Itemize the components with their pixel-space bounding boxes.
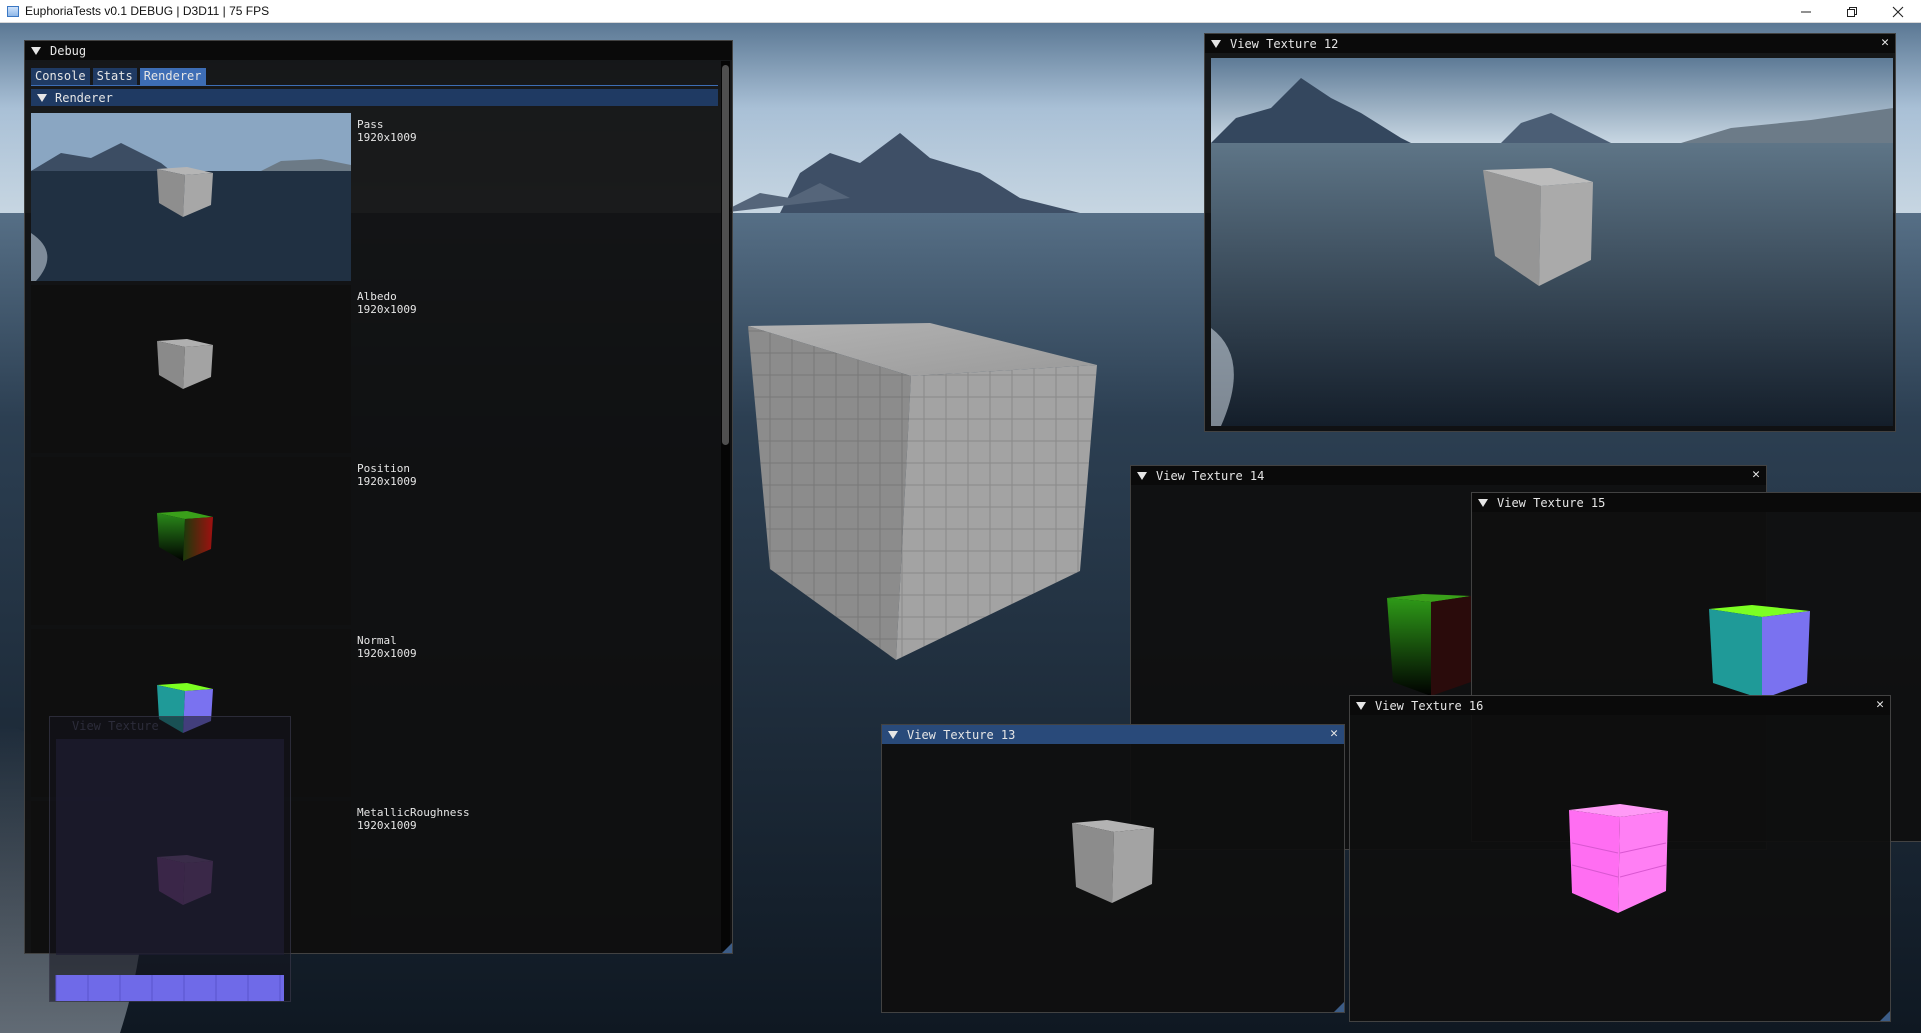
collapse-arrow-icon[interactable]	[1356, 701, 1366, 710]
view-texture-16-titlebar[interactable]: View Texture 16 ✕	[1350, 696, 1890, 715]
texture-label-normal: Normal 1920x1009	[357, 634, 417, 660]
texture-size: 1920x1009	[357, 475, 417, 488]
texture-size: 1920x1009	[357, 131, 417, 144]
texture-label-pass: Pass 1920x1009	[357, 118, 417, 144]
view-texture-15-title: View Texture 15	[1497, 495, 1606, 510]
texture-item-albedo: Albedo 1920x1009	[31, 285, 417, 453]
texture-label-metallic-roughness: MetallicRoughness 1920x1009	[357, 806, 470, 832]
collapse-arrow-icon[interactable]	[31, 46, 41, 55]
os-titlebar: EuphoriaTests v0.1 DEBUG | D3D11 | 75 FP…	[0, 0, 1921, 23]
view-texture-13-window[interactable]: View Texture 13 ✕	[881, 724, 1345, 1013]
debug-scroll-thumb[interactable]	[722, 65, 729, 445]
resize-grip[interactable]	[722, 943, 732, 953]
close-window-button[interactable]	[1875, 0, 1921, 23]
texture-thumb-pass[interactable]	[31, 113, 351, 281]
tab-renderer[interactable]: Renderer	[139, 68, 206, 85]
collapse-arrow-icon[interactable]	[1137, 471, 1147, 480]
resize-grip[interactable]	[1880, 1011, 1890, 1021]
view-texture-15-titlebar[interactable]: View Texture 15	[1472, 493, 1921, 512]
collapse-arrow-icon[interactable]	[1211, 39, 1221, 48]
texture-size: 1920x1009	[357, 303, 417, 316]
debug-scrollbar[interactable]	[721, 61, 730, 951]
view-texture-16-window[interactable]: View Texture 16 ✕	[1349, 695, 1891, 1022]
close-icon[interactable]: ✕	[1881, 36, 1889, 50]
ghost-window-title: View Texture	[72, 719, 159, 733]
app-icon	[7, 5, 19, 17]
view-texture-12-window[interactable]: View Texture 12 ✕	[1204, 33, 1896, 432]
texture-name: MetallicRoughness	[357, 806, 470, 819]
texture-item-pass: Pass 1920x1009	[31, 113, 417, 281]
view-texture-13-title: View Texture 13	[907, 727, 1016, 742]
texture-label-position: Position 1920x1009	[357, 462, 417, 488]
texture-size: 1920x1009	[357, 647, 417, 660]
restore-button[interactable]	[1829, 0, 1875, 23]
minimize-button[interactable]	[1783, 0, 1829, 23]
debug-window-titlebar[interactable]: Debug	[25, 41, 732, 60]
texture-thumb-position[interactable]	[31, 457, 351, 625]
collapse-arrow-icon[interactable]	[1478, 498, 1488, 507]
debug-window-title: Debug	[50, 43, 87, 58]
close-icon[interactable]: ✕	[1330, 727, 1338, 741]
close-icon	[1892, 6, 1904, 17]
view-texture-12-image[interactable]	[1211, 58, 1893, 426]
view-texture-13-titlebar[interactable]: View Texture 13 ✕	[882, 725, 1344, 744]
renderer-section-header[interactable]: Renderer	[31, 89, 718, 106]
ghost-window-preview	[55, 739, 284, 1001]
view-texture-14-titlebar[interactable]: View Texture 14 ✕	[1131, 466, 1766, 485]
resize-grip[interactable]	[1334, 1002, 1344, 1012]
texture-thumb-albedo[interactable]	[31, 285, 351, 453]
renderer-section-title: Renderer	[55, 90, 113, 105]
texture-size: 1920x1009	[357, 819, 417, 832]
close-icon[interactable]: ✕	[1876, 698, 1884, 712]
tab-console[interactable]: Console	[31, 68, 90, 85]
texture-name: Normal	[357, 634, 397, 647]
view-texture-14-title: View Texture 14	[1156, 468, 1265, 483]
texture-label-albedo: Albedo 1920x1009	[357, 290, 417, 316]
view-texture-12-title: View Texture 12	[1230, 36, 1339, 51]
tab-underline	[31, 85, 718, 86]
view-texture-12-titlebar[interactable]: View Texture 12 ✕	[1205, 34, 1895, 53]
texture-item-position: Position 1920x1009	[31, 457, 417, 625]
view-texture-16-image[interactable]	[1350, 715, 1890, 1020]
debug-tabbar: Console Stats Renderer	[31, 68, 206, 85]
restore-icon	[1847, 6, 1857, 17]
section-collapse-arrow-icon[interactable]	[37, 93, 47, 102]
ghost-texture-window: View Texture	[49, 716, 291, 1002]
texture-name: Pass	[357, 118, 384, 131]
os-window-title: EuphoriaTests v0.1 DEBUG | D3D11 | 75 FP…	[25, 4, 270, 18]
view-texture-13-image[interactable]	[882, 744, 1342, 1009]
tab-stats[interactable]: Stats	[92, 68, 137, 85]
close-icon[interactable]: ✕	[1752, 468, 1760, 482]
os-window-controls	[1783, 0, 1921, 23]
minimize-icon	[1801, 11, 1811, 12]
collapse-arrow-icon[interactable]	[888, 730, 898, 739]
view-texture-16-title: View Texture 16	[1375, 698, 1484, 713]
texture-name: Position	[357, 462, 410, 475]
texture-name: Albedo	[357, 290, 397, 303]
